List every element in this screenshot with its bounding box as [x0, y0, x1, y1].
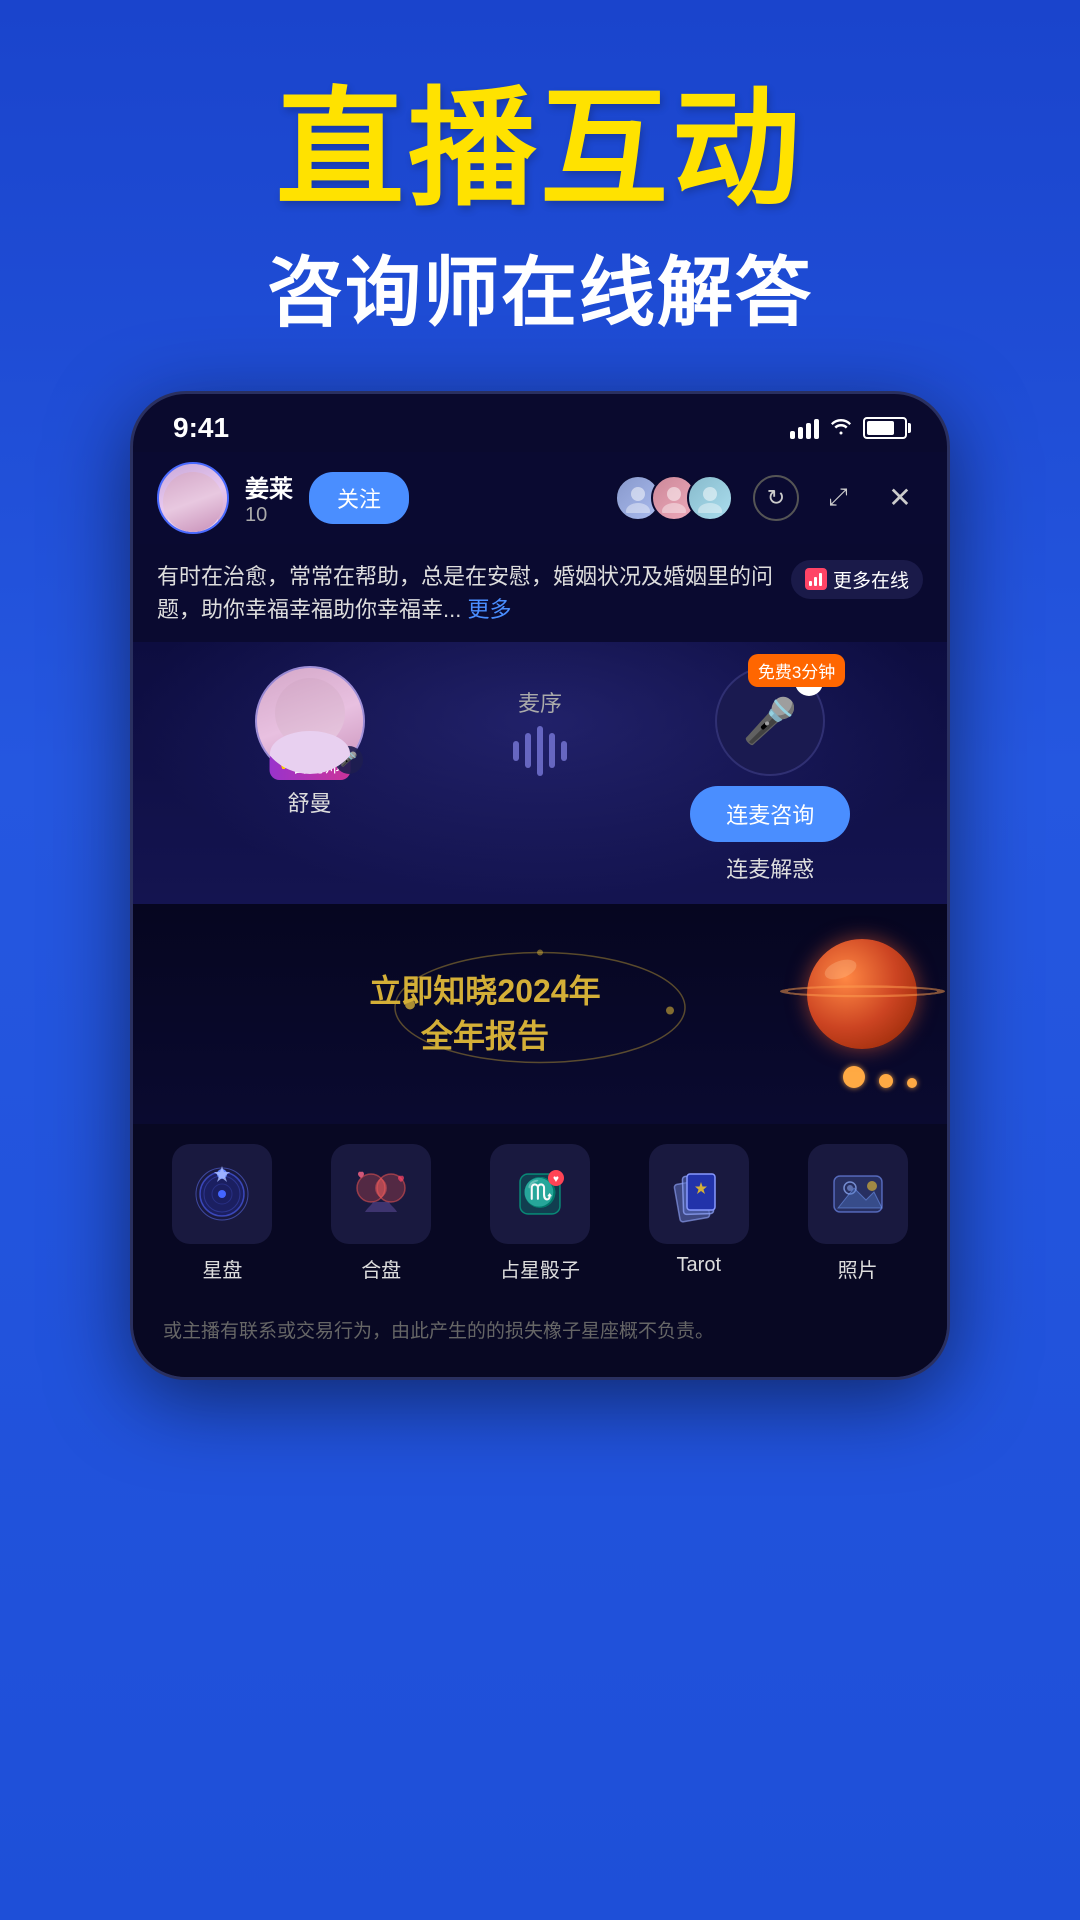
online-text: 更多在线 [833, 566, 909, 593]
planet-dot-small [907, 1078, 917, 1088]
synastry-icon-box [331, 1144, 431, 1244]
minimize-button[interactable]: ⤢ [815, 475, 861, 521]
wave-bar [525, 733, 531, 768]
synastry-icon [351, 1164, 411, 1224]
star-chart-icon-box [172, 1144, 272, 1244]
description-text: 有时在治愈，常常在帮助，总是在安慰，婚姻状况及婚姻里的问题，助你幸福幸福助你幸福… [157, 560, 779, 626]
streamer-count: 10 [245, 504, 293, 527]
star-chart-label: 星盘 [202, 1254, 242, 1283]
status-bar: 9:41 [133, 394, 947, 452]
astro-dice-icon: ♏ ♥ [510, 1164, 570, 1224]
refresh-button[interactable]: ↻ [753, 475, 799, 521]
wave-bars [513, 726, 567, 776]
status-time: 9:41 [173, 412, 229, 444]
annual-report-section: 立即知晓2024年 全年报告 [133, 904, 947, 1124]
planet-dots [807, 1066, 917, 1088]
main-speaker-avatar [255, 666, 365, 776]
voice-waves: 麦序 [513, 666, 567, 776]
status-icons [790, 415, 907, 441]
phone-mockup: 9:41 姜莱 10 [130, 391, 950, 1380]
stream-description: 有时在治愈，常常在帮助，总是在安慰，婚姻状况及婚姻里的问题，助你幸福幸福助你幸福… [133, 544, 947, 642]
connect-button[interactable]: 连麦咨询 [690, 786, 850, 842]
tool-star-chart[interactable]: 星盘 [157, 1144, 287, 1283]
star-chart-icon [192, 1164, 252, 1224]
tarot-label: Tarot [677, 1254, 721, 1277]
wave-bar [549, 733, 555, 768]
main-speaker-slot: v 咨询师 🎤 舒曼 [220, 666, 400, 818]
photo-icon [828, 1164, 888, 1224]
online-icon [805, 568, 827, 590]
voice-section: v 咨询师 🎤 舒曼 麦序 [133, 642, 947, 904]
planet-dot-large [843, 1066, 865, 1088]
tool-photo[interactable]: 照片 [793, 1144, 923, 1283]
astro-dice-icon-box: ♏ ♥ [490, 1144, 590, 1244]
planet-dot-medium [879, 1074, 893, 1088]
viewer-avatar [687, 475, 733, 521]
planet-decoration [807, 939, 917, 1088]
voice-speakers: v 咨询师 🎤 舒曼 麦序 [163, 666, 917, 884]
speaker-avatar-wrap: v 咨询师 🎤 [255, 666, 365, 776]
tarot-icon-box [649, 1144, 749, 1244]
queue-label: 麦序 [518, 686, 562, 718]
report-text: 立即知晓2024年 全年报告 [163, 969, 807, 1059]
connect-label: 连麦解惑 [726, 852, 814, 884]
close-button[interactable]: ✕ [877, 475, 923, 521]
svg-text:♥: ♥ [553, 1174, 559, 1185]
add-mic-slot: 🎤 + 免费3分钟 连麦咨询 连麦解惑 [680, 666, 860, 884]
report-title-line1: 立即知晓2024年 [163, 969, 807, 1014]
online-badge: 更多在线 [791, 560, 923, 599]
astro-dice-label: 占星骰子 [500, 1254, 580, 1283]
wave-bar [561, 741, 567, 761]
battery-icon [863, 417, 907, 439]
photo-icon-box [808, 1144, 908, 1244]
wifi-icon [829, 415, 853, 441]
mic-add-wrap: 🎤 + 免费3分钟 [715, 666, 825, 776]
tool-astro-dice[interactable]: ♏ ♥ 占星骰子 [475, 1144, 605, 1283]
disclaimer-text: 或主播有联系或交易行为，由此产生的的损失橡子星座概不负责。 [163, 1317, 917, 1347]
follow-button[interactable]: 关注 [309, 472, 409, 524]
wave-bar [537, 726, 543, 776]
stream-header: 姜莱 10 关注 ↻ ⤢ ✕ [133, 452, 947, 544]
disclaimer: 或主播有联系或交易行为，由此产生的的损失橡子星座概不负责。 [133, 1307, 947, 1377]
free-badge: 免费3分钟 [748, 654, 845, 687]
more-link[interactable]: 更多 [467, 597, 511, 622]
photo-label: 照片 [838, 1254, 878, 1283]
main-speaker-name: 舒曼 [288, 786, 332, 818]
signal-icon [790, 417, 819, 439]
synastry-label: 合盘 [361, 1254, 401, 1283]
tool-tarot[interactable]: Tarot [634, 1144, 764, 1283]
streamer-info: 姜莱 10 [245, 469, 293, 527]
streamer-avatar [157, 462, 229, 534]
headline-section: 直播互动 咨询师在线解答 [0, 0, 1080, 341]
streamer-name: 姜莱 [245, 469, 293, 504]
headline-main: 直播互动 [0, 80, 1080, 221]
report-title-line2: 全年报告 [163, 1014, 807, 1059]
tarot-icon [669, 1164, 729, 1224]
wave-bar [513, 741, 519, 761]
bottom-toolbar: 星盘 合盘 [133, 1124, 947, 1307]
viewer-avatars [625, 475, 733, 521]
tool-synastry[interactable]: 合盘 [316, 1144, 446, 1283]
headline-sub: 咨询师在线解答 [0, 231, 1080, 341]
